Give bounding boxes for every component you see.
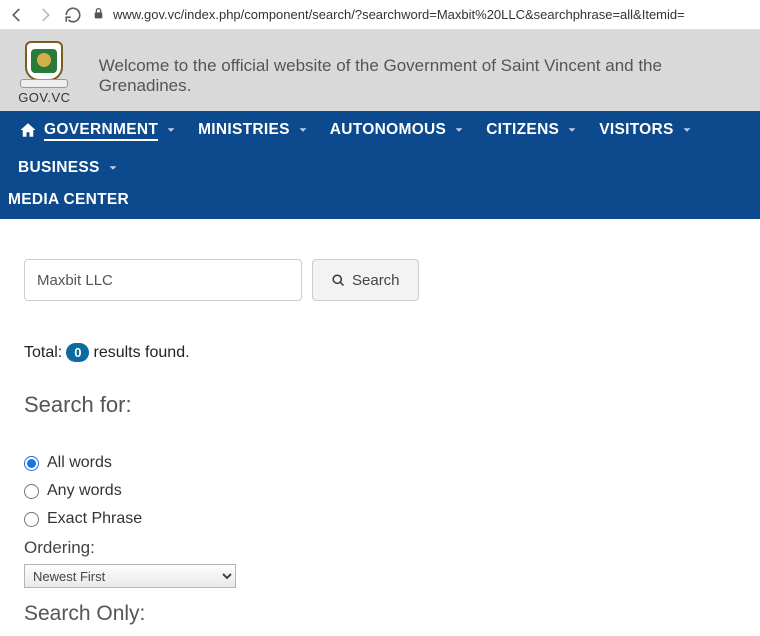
- radio-any-words[interactable]: Any words: [24, 482, 736, 500]
- radio-exact-phrase-input[interactable]: [24, 512, 39, 527]
- home-icon: [18, 121, 38, 139]
- nav-business[interactable]: BUSINESS: [8, 149, 130, 187]
- search-for-heading: Search for:: [24, 392, 736, 418]
- search-content: Search Total: 0 results found. Search fo…: [0, 219, 760, 636]
- search-button[interactable]: Search: [312, 259, 419, 301]
- nav-ministries[interactable]: MINISTRIES: [188, 111, 320, 149]
- chevron-down-icon: [452, 123, 466, 137]
- nav-government[interactable]: GOVERNMENT: [8, 111, 188, 149]
- nav-media-center[interactable]: MEDIA CENTER: [8, 187, 129, 209]
- radio-exact-phrase[interactable]: Exact Phrase: [24, 510, 736, 528]
- radio-all-words-input[interactable]: [24, 456, 39, 471]
- results-count-badge: 0: [66, 343, 89, 362]
- ordering-select[interactable]: Newest First: [24, 564, 236, 588]
- search-phrase-options: All words Any words Exact Phrase: [24, 454, 736, 528]
- chevron-down-icon: [164, 123, 178, 137]
- search-only-heading: Search Only:: [24, 602, 736, 626]
- browser-toolbar: www.gov.vc/index.php/component/search/?s…: [0, 0, 760, 30]
- radio-all-words[interactable]: All words: [24, 454, 736, 472]
- chevron-down-icon: [680, 123, 694, 137]
- back-button[interactable]: [8, 6, 26, 24]
- reload-button[interactable]: [64, 6, 82, 24]
- nav-autonomous[interactable]: AUTONOMOUS: [320, 111, 476, 149]
- nav-visitors[interactable]: VISITORS: [589, 111, 703, 149]
- chevron-down-icon: [565, 123, 579, 137]
- nav-citizens[interactable]: CITIZENS: [476, 111, 589, 149]
- radio-any-words-input[interactable]: [24, 484, 39, 499]
- forward-button[interactable]: [36, 6, 54, 24]
- url-text: www.gov.vc/index.php/component/search/?s…: [113, 7, 685, 22]
- crest-icon: [20, 38, 68, 88]
- results-total: Total: 0 results found.: [24, 343, 736, 362]
- welcome-text: Welcome to the official website of the G…: [99, 38, 746, 96]
- site-header: GOV.VC Welcome to the official website o…: [0, 30, 760, 111]
- lock-icon: [92, 7, 105, 23]
- chevron-down-icon: [296, 123, 310, 137]
- chevron-down-icon: [106, 161, 120, 175]
- search-input[interactable]: [24, 259, 302, 301]
- main-nav: GOVERNMENT MINISTRIES AUTONOMOUS CITIZEN…: [0, 111, 760, 219]
- ordering-label: Ordering:: [24, 538, 736, 558]
- search-icon: [331, 273, 346, 288]
- site-name: GOV.VC: [18, 90, 70, 105]
- site-logo[interactable]: GOV.VC: [14, 38, 75, 105]
- address-bar[interactable]: www.gov.vc/index.php/component/search/?s…: [92, 7, 752, 23]
- search-button-label: Search: [352, 272, 400, 289]
